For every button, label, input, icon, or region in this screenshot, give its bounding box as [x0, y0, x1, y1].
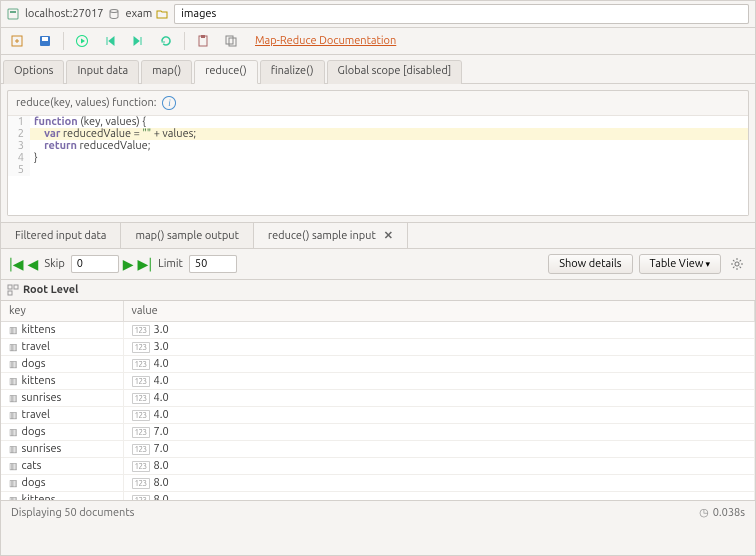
new-icon[interactable]: [7, 32, 27, 50]
skip-label: Skip: [44, 258, 64, 270]
save-icon[interactable]: [35, 32, 55, 50]
data-table: key value ▥kittens1233.0▥travel1233.0▥do…: [1, 301, 755, 501]
collection-label: exam: [126, 8, 153, 20]
editor-title: reduce(key, values) function:: [16, 97, 156, 109]
last-page-icon[interactable]: ▶|: [138, 256, 153, 273]
doc-icon: ▥: [9, 376, 18, 386]
table-row[interactable]: ▥kittens1234.0: [1, 373, 755, 390]
type-icon: 123: [132, 478, 150, 489]
data-table-wrap[interactable]: key value ▥kittens1233.0▥travel1233.0▥do…: [1, 301, 755, 501]
main-tabs: OptionsInput datamap()reduce()finalize()…: [1, 55, 755, 84]
type-icon: 123: [132, 410, 150, 421]
table-row[interactable]: ▥dogs1238.0: [1, 475, 755, 492]
connection-bar: localhost:27017 exam: [1, 1, 755, 28]
type-icon: 123: [132, 444, 150, 455]
limit-label: Limit: [158, 258, 183, 270]
doc-icon: ▥: [9, 427, 18, 437]
server-icon: [7, 8, 21, 20]
table-row[interactable]: ▥travel1234.0: [1, 407, 755, 424]
separator: [184, 32, 185, 50]
step-forward-icon[interactable]: [128, 32, 148, 50]
table-row[interactable]: ▥cats1238.0: [1, 458, 755, 475]
elapsed-time: 0.038s: [713, 507, 745, 519]
doc-icon: ▥: [9, 410, 18, 420]
table-row[interactable]: ▥dogs1234.0: [1, 356, 755, 373]
doc-icon: ▥: [9, 342, 18, 352]
tab-map-[interactable]: map(): [141, 60, 192, 84]
doc-icon: ▥: [9, 359, 18, 369]
table-row[interactable]: ▥kittens1238.0: [1, 492, 755, 502]
table-row[interactable]: ▥dogs1237.0: [1, 424, 755, 441]
status-text: Displaying 50 documents: [11, 507, 134, 519]
tree-icon: [7, 284, 19, 296]
limit-input[interactable]: [189, 255, 237, 273]
editor-title-bar: reduce(key, values) function: i: [8, 91, 748, 115]
type-icon: 123: [132, 359, 150, 370]
tab-global-scope-disabled-[interactable]: Global scope [disabled]: [327, 60, 463, 84]
result-tab[interactable]: Filtered input data: [1, 223, 121, 248]
doc-icon: ▥: [9, 461, 18, 471]
pager-bar: |◀ ◀ Skip ▶ ▶| Limit Show details Table …: [1, 249, 755, 280]
table-row[interactable]: ▥kittens1233.0: [1, 322, 755, 339]
clipboard-icon[interactable]: [193, 32, 213, 50]
root-level-label: Root Level: [23, 284, 78, 296]
result-tabs: Filtered input datamap() sample outputre…: [1, 222, 755, 249]
toolbar: Map-Reduce Documentation: [1, 28, 755, 55]
code-editor-block: reduce(key, values) function: i 1functio…: [7, 90, 749, 216]
table-row[interactable]: ▥sunrises1234.0: [1, 390, 755, 407]
first-page-icon[interactable]: |◀: [9, 256, 24, 273]
skip-input[interactable]: [71, 255, 119, 273]
reload-icon[interactable]: [156, 32, 176, 50]
run-icon[interactable]: [72, 32, 92, 50]
table-row[interactable]: ▥travel1233.0: [1, 339, 755, 356]
result-tab[interactable]: map() sample output: [121, 223, 253, 248]
code-line: 3 return reducedValue;: [8, 140, 748, 152]
prev-page-icon[interactable]: ◀: [28, 256, 39, 273]
clock-icon: ◷: [699, 506, 709, 519]
folder-icon: [156, 8, 170, 20]
result-tab[interactable]: reduce() sample input✕: [254, 223, 408, 248]
step-back-icon[interactable]: [100, 32, 120, 50]
doc-icon: ▥: [9, 325, 18, 335]
tab-options[interactable]: Options: [3, 60, 64, 84]
column-header-value[interactable]: value: [123, 301, 755, 322]
tab-reduce-[interactable]: reduce(): [194, 60, 258, 84]
close-icon[interactable]: ✕: [384, 229, 393, 242]
next-page-icon[interactable]: ▶: [123, 256, 134, 273]
view-mode-dropdown[interactable]: Table View: [639, 254, 721, 274]
type-icon: 123: [132, 325, 150, 336]
info-icon[interactable]: i: [162, 96, 176, 110]
tab-finalize-[interactable]: finalize(): [260, 60, 325, 84]
database-icon: [108, 8, 122, 20]
type-icon: 123: [132, 393, 150, 404]
type-icon: 123: [132, 427, 150, 438]
doc-icon: ▥: [9, 444, 18, 454]
gear-icon[interactable]: [727, 255, 747, 273]
docs-link[interactable]: Map-Reduce Documentation: [249, 35, 396, 47]
separator: [63, 32, 64, 50]
tab-input-data[interactable]: Input data: [66, 60, 139, 84]
doc-icon: ▥: [9, 393, 18, 403]
code-line: 4}: [8, 152, 748, 164]
collection-input[interactable]: [174, 4, 749, 24]
show-details-button[interactable]: Show details: [548, 254, 632, 274]
code-line: 2 var reducedValue = "" + values;: [8, 128, 748, 140]
table-row[interactable]: ▥sunrises1237.0: [1, 441, 755, 458]
type-icon: 123: [132, 376, 150, 387]
copy-icon[interactable]: [221, 32, 241, 50]
code-line: 5: [8, 164, 748, 176]
status-bar: Displaying 50 documents ◷ 0.038s: [1, 501, 755, 524]
code-line: 1function (key, values) {: [8, 116, 748, 128]
column-header-key[interactable]: key: [1, 301, 123, 322]
code-editor[interactable]: 1function (key, values) {2 var reducedVa…: [8, 115, 748, 215]
connection-label: localhost:27017: [25, 8, 104, 20]
doc-icon: ▥: [9, 478, 18, 488]
root-level-bar[interactable]: Root Level: [1, 280, 755, 301]
type-icon: 123: [132, 342, 150, 353]
type-icon: 123: [132, 461, 150, 472]
